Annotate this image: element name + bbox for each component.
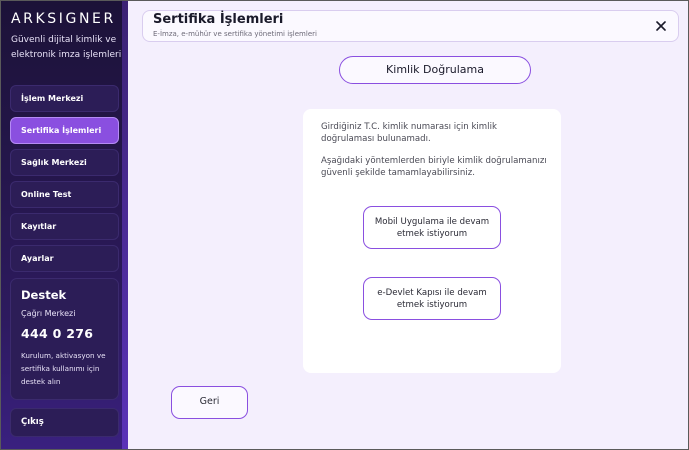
close-button[interactable] — [652, 17, 670, 35]
close-icon — [656, 21, 666, 31]
back-button[interactable]: Geri — [171, 386, 248, 419]
sidebar-item-ayarlar[interactable]: Ayarlar — [10, 245, 119, 272]
support-subtitle: Çağrı Merkezi — [21, 309, 76, 318]
support-phone: 444 0 276 — [21, 326, 94, 341]
page-header: Sertifika İşlemleri E-İmza, e-mühür ve s… — [142, 10, 679, 42]
e-devlet-option-button[interactable]: e-Devlet Kapısı ile devam etmek istiyoru… — [363, 277, 501, 320]
app-window: ARKSIGNER Güvenli dijital kimlik ve elek… — [0, 0, 689, 450]
verification-card: Girdiğiniz T.C. kimlik numarası için kim… — [303, 109, 561, 373]
instruction-message: Aşağıdaki yöntemlerden biriyle kimlik do… — [321, 156, 547, 178]
sidebar-item-sertifika-islemleri[interactable]: Sertifika İşlemleri — [10, 117, 119, 144]
sidebar: ARKSIGNER Güvenli dijital kimlik ve elek… — [1, 1, 128, 449]
logout-button[interactable]: Çıkış — [10, 408, 119, 437]
support-description: Kurulum, aktivasyon ve sertifika kullanı… — [21, 351, 106, 386]
not-found-message: Girdiğiniz T.C. kimlik numarası için kim… — [321, 122, 497, 144]
page-title: Sertifika İşlemleri — [153, 12, 284, 27]
sidebar-item-saglik-merkezi[interactable]: Sağlık Merkezi — [10, 149, 119, 176]
sidebar-item-islem-merkezi[interactable]: İşlem Merkezi — [10, 85, 119, 112]
support-card: Destek Çağrı Merkezi 444 0 276 Kurulum, … — [10, 278, 119, 400]
section-title: Kimlik Doğrulama — [339, 56, 531, 84]
mobile-app-option-button[interactable]: Mobil Uygulama ile devam etmek istiyorum — [363, 206, 501, 249]
support-title: Destek — [21, 288, 67, 302]
sidebar-item-online-test[interactable]: Online Test — [10, 181, 119, 208]
app-logo: ARKSIGNER — [11, 11, 116, 27]
app-tagline: Güvenli dijital kimlik ve elektronik imz… — [11, 35, 122, 60]
sidebar-item-kayitlar[interactable]: Kayıtlar — [10, 213, 119, 240]
page-subtitle: E-İmza, e-mühür ve sertifika yönetimi iş… — [153, 30, 317, 38]
